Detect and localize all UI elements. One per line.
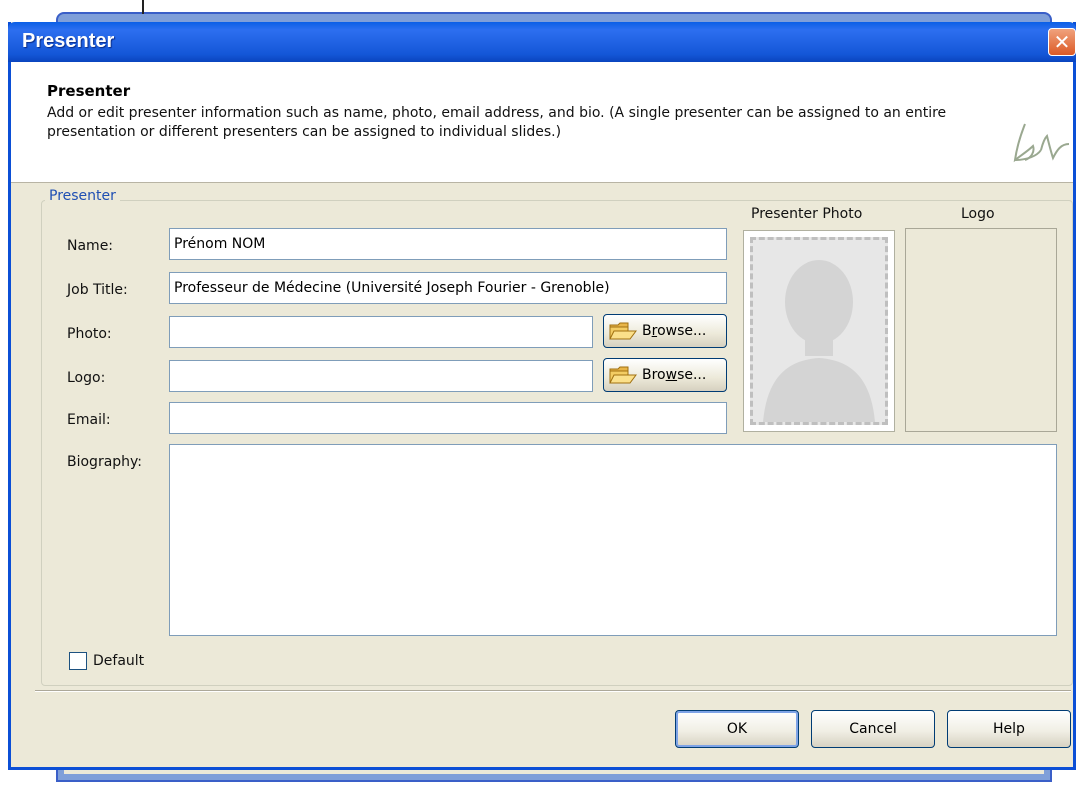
biography-label: Biography: <box>67 454 143 470</box>
ok-button[interactable]: OK <box>675 710 799 748</box>
cancel-button[interactable]: Cancel <box>811 710 935 748</box>
browse-photo-label: Browse... <box>642 323 707 339</box>
logo-label: Logo: <box>67 370 106 386</box>
presenter-photo-label: Presenter Photo <box>751 206 863 222</box>
logo-preview-label: Logo <box>961 206 995 222</box>
title-bar[interactable]: Presenter ✕ <box>8 22 1076 62</box>
email-field[interactable] <box>169 402 727 434</box>
button-separator <box>35 690 1071 692</box>
job-title-field[interactable]: Professeur de Médecine (Université Josep… <box>169 272 727 304</box>
close-icon: ✕ <box>1053 30 1071 54</box>
photo-field[interactable] <box>169 316 593 348</box>
default-checkbox[interactable] <box>69 652 87 670</box>
name-label: Name: <box>67 238 114 254</box>
dialog-title: Presenter <box>22 30 115 52</box>
help-button[interactable]: Help <box>947 710 1071 748</box>
browse-photo-button[interactable]: Browse... <box>603 314 727 348</box>
browse-logo-button[interactable]: Browse... <box>603 358 727 392</box>
header-description: Add or edit presenter information such a… <box>47 105 947 140</box>
browse-logo-label: Browse... <box>642 367 707 383</box>
logo-preview[interactable] <box>905 228 1057 432</box>
logo-field[interactable] <box>169 360 593 392</box>
folder-open-icon <box>609 322 637 340</box>
folder-open-icon <box>609 366 637 384</box>
brand-logo-icon <box>1011 120 1073 170</box>
close-button[interactable]: ✕ <box>1048 28 1076 56</box>
header-title: Presenter <box>47 82 131 100</box>
groupbox-legend: Presenter <box>45 188 120 204</box>
photo-placeholder <box>750 237 888 425</box>
header-band: Presenter Add or edit presenter informat… <box>11 62 1073 183</box>
biography-field[interactable] <box>169 444 1057 636</box>
photo-label: Photo: <box>67 326 112 342</box>
email-label: Email: <box>67 412 111 428</box>
presenter-dialog: Presenter ✕ Presenter Add or edit presen… <box>8 22 1076 770</box>
job-title-label: Job Title: <box>67 282 128 298</box>
presenter-photo-preview[interactable] <box>743 230 895 432</box>
background-divider <box>142 0 144 14</box>
name-field[interactable]: Prénom NOM <box>169 228 727 260</box>
default-checkbox-label: Default <box>93 653 145 669</box>
person-silhouette-icon <box>763 260 875 422</box>
